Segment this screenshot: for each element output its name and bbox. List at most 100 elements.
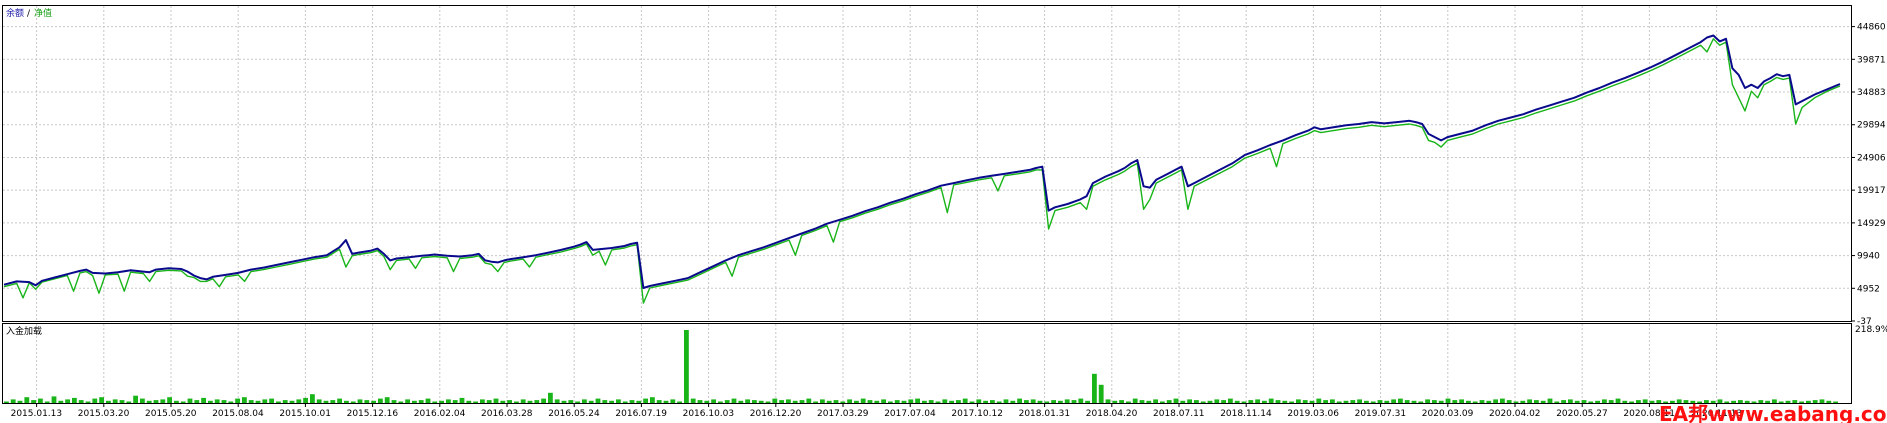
lower-bar	[969, 401, 975, 403]
lower-bar	[255, 400, 261, 403]
lower-bar	[221, 400, 227, 403]
lower-bar	[24, 397, 30, 403]
lower-bar	[1105, 399, 1111, 404]
lower-bar	[833, 400, 839, 403]
lower-bar	[983, 400, 988, 403]
lower-bar	[1602, 399, 1607, 404]
x-tick-label: 2016.10.03	[683, 409, 735, 419]
lower-bar	[949, 400, 954, 403]
lower-bar	[1044, 401, 1050, 403]
lower-bar	[792, 400, 798, 403]
lower-bar	[85, 401, 91, 403]
lower-bar	[1064, 399, 1070, 404]
lower-bar	[1221, 400, 1226, 403]
lower-bar	[1112, 400, 1118, 403]
lower-bar	[1391, 399, 1396, 404]
lower-bar	[1377, 400, 1383, 403]
lower-bar	[1438, 400, 1444, 403]
lower-bar	[350, 401, 356, 403]
lower-bar	[1554, 401, 1560, 403]
legend-balance: 余额	[6, 7, 24, 19]
y-tick-label: 24906	[1857, 153, 1886, 163]
lower-bar	[1119, 400, 1124, 403]
lower-bar	[1364, 400, 1369, 403]
x-tick-label: 2016.07.19	[615, 409, 667, 419]
lower-bar	[609, 400, 614, 403]
lower-bar	[588, 400, 594, 403]
lower-bar	[119, 400, 125, 403]
lower-bar	[473, 401, 478, 403]
lower-bar	[1207, 400, 1213, 403]
lower-panel-top-label: 218.9%	[1855, 325, 1887, 335]
lower-bar	[337, 398, 342, 403]
lower-bar	[140, 398, 145, 403]
lower-bar	[1200, 401, 1206, 403]
lower-bar	[72, 397, 77, 403]
lower-bar	[228, 401, 234, 403]
lower-bar	[860, 398, 866, 403]
lower-bar	[1411, 400, 1417, 403]
lower-bar	[1520, 400, 1526, 403]
lower-bar	[1275, 400, 1281, 403]
lower-bar	[894, 400, 900, 403]
x-tick-label: 2018.04.20	[1086, 409, 1138, 419]
lower-bar	[1248, 400, 1254, 403]
y-tick-label: 39871	[1857, 55, 1886, 65]
lower-bar	[1030, 399, 1036, 404]
lower-bar	[384, 397, 390, 403]
lower-bar	[1289, 401, 1294, 403]
lower-bar	[765, 401, 771, 403]
lower-bar	[1649, 400, 1655, 403]
lower-bar	[915, 398, 920, 403]
lower-bar	[656, 400, 662, 403]
lower-bar	[1153, 399, 1158, 404]
lower-bar	[1309, 400, 1315, 403]
lower-bar	[1132, 398, 1138, 403]
x-tick-label: 2018.07.11	[1153, 409, 1205, 419]
lower-bar	[1418, 401, 1424, 403]
lower-bar	[1404, 400, 1410, 403]
lower-bar	[1370, 401, 1376, 403]
lower-bar	[1003, 399, 1009, 404]
x-tick-label: 2017.07.04	[884, 409, 936, 419]
lower-bar	[282, 400, 288, 403]
lower-bar	[752, 400, 757, 403]
chart-background	[0, 0, 1887, 423]
lower-bar	[500, 400, 506, 403]
lower-bar	[704, 400, 710, 403]
lower-bar	[514, 401, 519, 403]
lower-bar	[962, 398, 968, 403]
lower-bar	[439, 400, 444, 403]
lower-bar	[208, 400, 213, 403]
lower-bar	[684, 330, 689, 403]
lower-bar	[1629, 401, 1634, 403]
lower-bar	[507, 400, 512, 403]
lower-bar	[976, 399, 982, 404]
lower-bar	[840, 401, 846, 403]
lower-bar	[1384, 400, 1390, 403]
lower-bar	[1058, 400, 1063, 403]
lower-bar	[888, 401, 893, 403]
lower-bar	[398, 401, 404, 403]
lower-bar	[126, 401, 132, 403]
lower-bar	[187, 398, 193, 403]
lower-bar	[1513, 401, 1519, 403]
lower-bar	[44, 401, 50, 403]
x-tick-label: 2016.02.04	[414, 409, 466, 419]
lower-bar	[622, 401, 628, 403]
lower-bar	[1160, 401, 1165, 403]
lower-bar	[772, 398, 778, 403]
lower-bar	[616, 399, 621, 404]
lower-bar	[575, 401, 580, 403]
lower-bar	[303, 397, 308, 403]
y-tick-label: 14929	[1857, 219, 1886, 229]
lower-bar	[1051, 400, 1056, 403]
lower-bar	[262, 399, 268, 404]
lower-bar	[847, 399, 852, 404]
lower-bar	[718, 401, 723, 403]
x-tick-label: 2015.12.16	[347, 409, 399, 419]
lower-bar	[779, 400, 784, 403]
lower-bar	[1547, 398, 1553, 403]
lower-bar	[201, 397, 206, 403]
lower-bar	[1146, 400, 1152, 403]
